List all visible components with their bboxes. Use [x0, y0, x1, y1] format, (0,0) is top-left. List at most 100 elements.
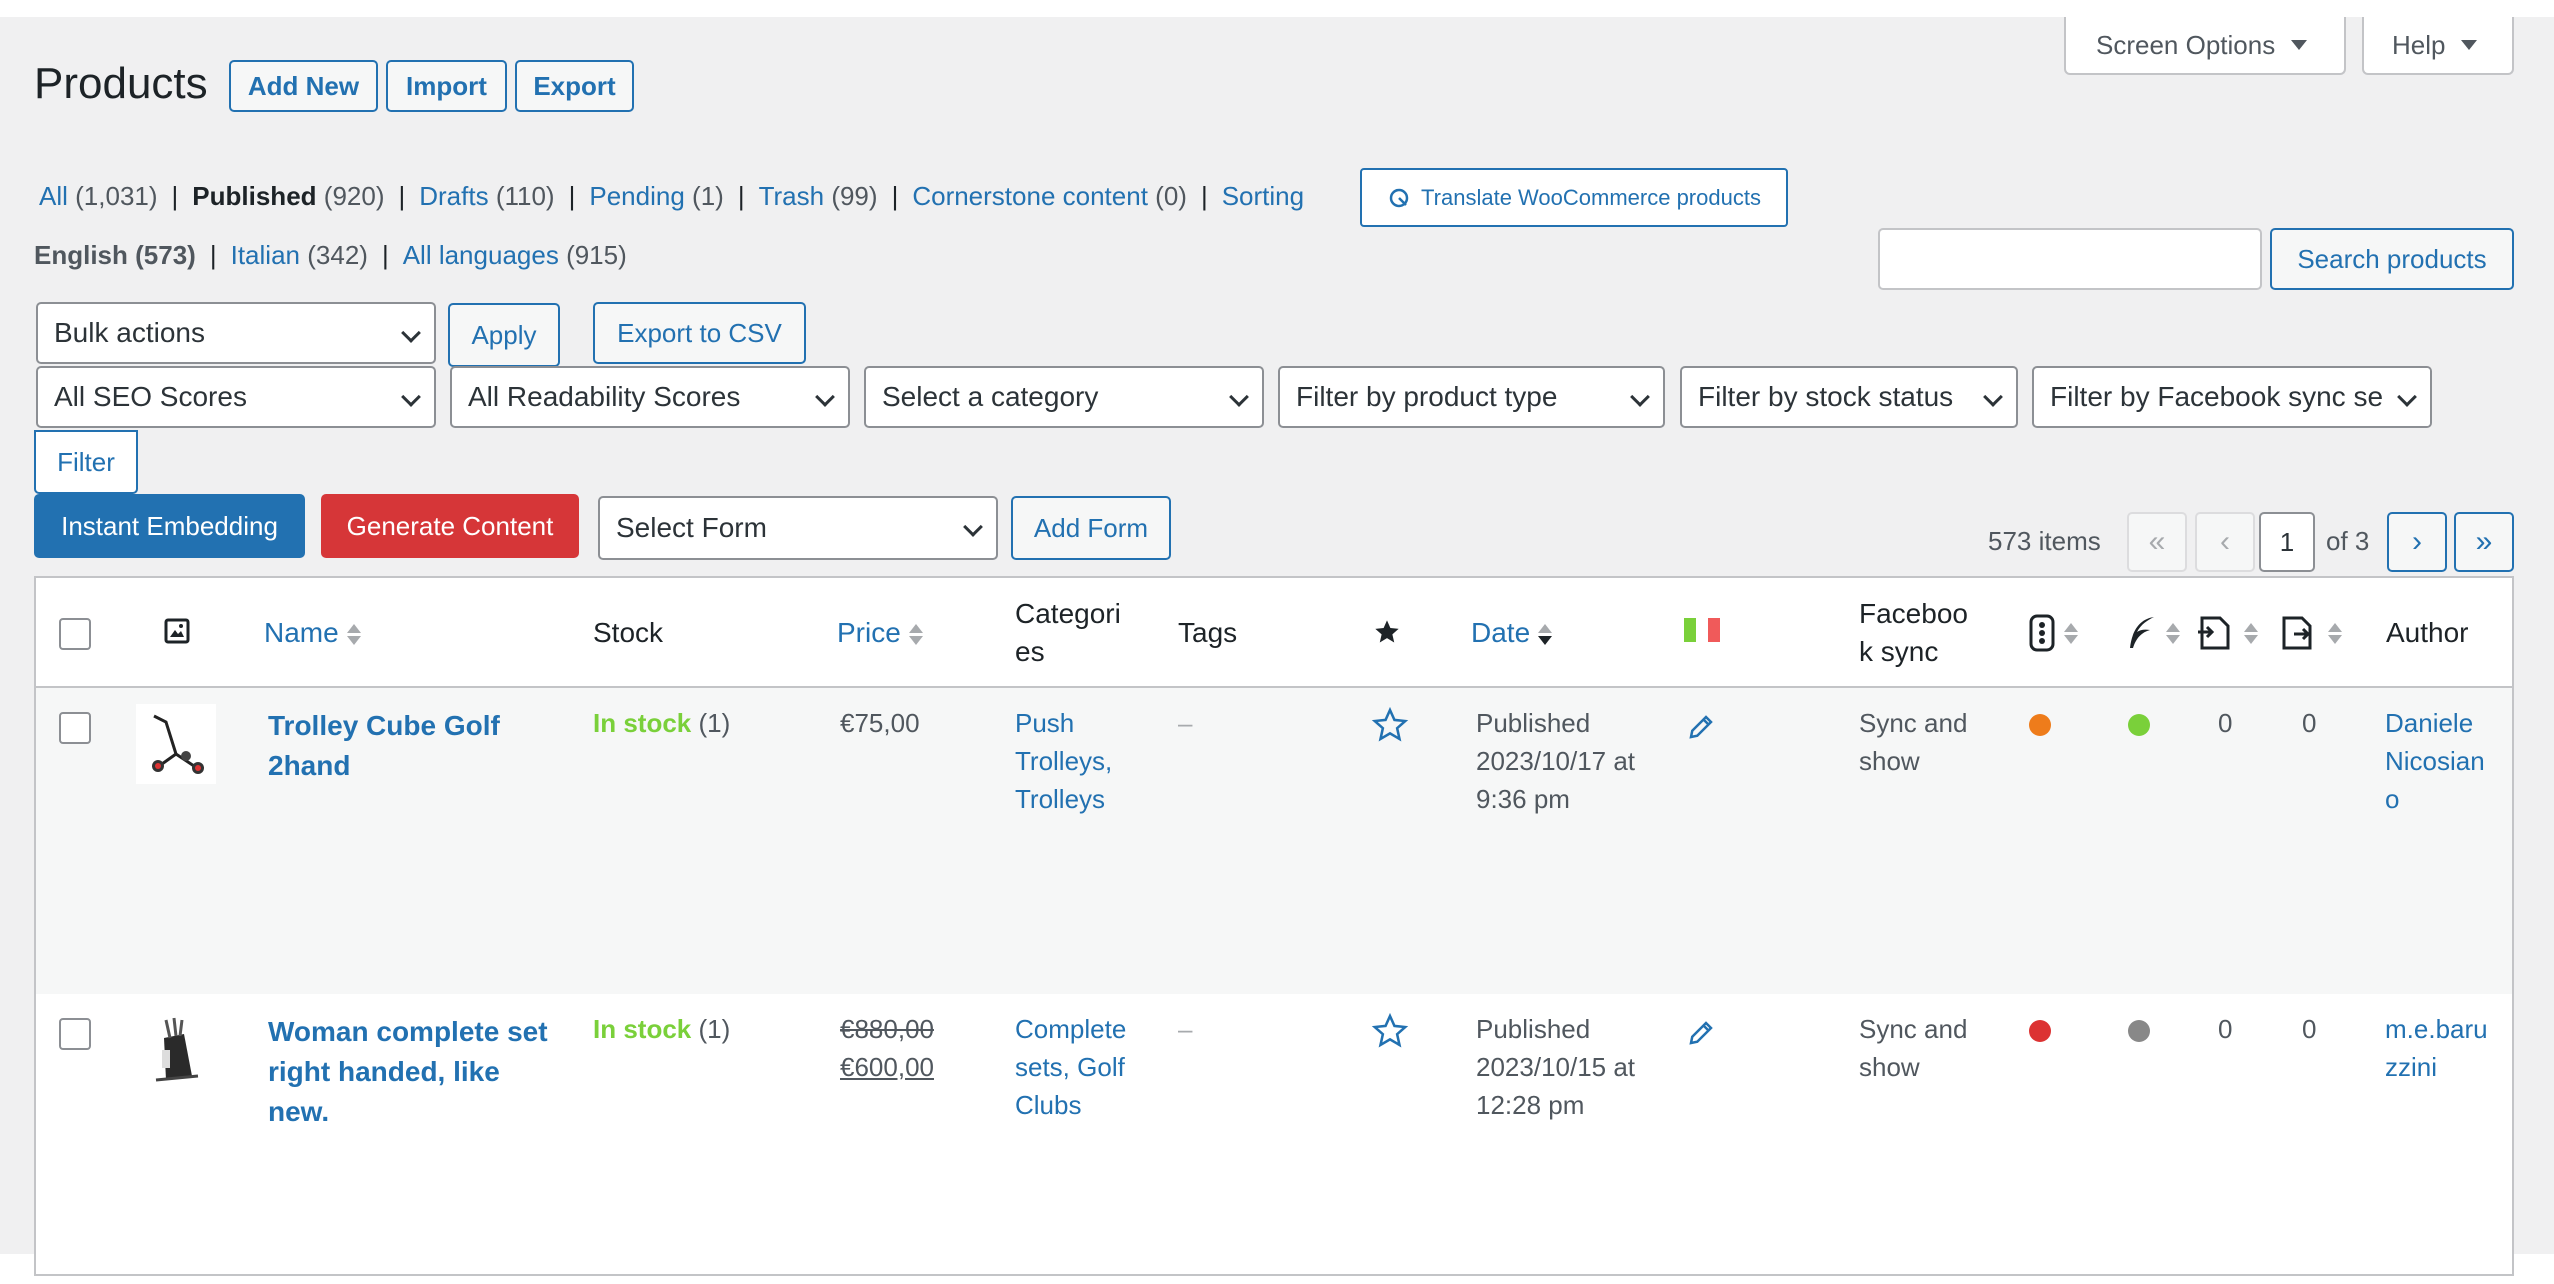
apply-button[interactable]: Apply [448, 303, 560, 367]
column-date[interactable]: Date [1471, 614, 1553, 652]
column-name[interactable]: Name [264, 614, 361, 652]
view-published[interactable]: Published (920) [192, 181, 384, 211]
row-checkbox[interactable] [59, 712, 91, 744]
products-page: Screen Options Help Products Add New Imp… [0, 17, 2554, 1276]
golf-bag-image[interactable] [136, 1010, 216, 1090]
column-facebook-sync: Faceboo k sync [1859, 598, 1968, 667]
chevron-down-icon [401, 387, 421, 407]
column-tags: Tags [1178, 617, 1238, 648]
total-pages: of 3 [2326, 526, 2370, 556]
readability-select[interactable]: All Readability Scores [450, 366, 850, 428]
column-seo-score[interactable] [2028, 614, 2078, 652]
screen-options-button[interactable]: Screen Options [2064, 17, 2346, 75]
column-outgoing-links[interactable] [2280, 614, 2342, 652]
translate-woocommerce-button[interactable]: Translate WooCommerce products [1360, 168, 1788, 227]
publish-date: Published 2023/10/15 at 12:28 pm [1476, 1014, 1636, 1120]
translate-label: Translate WooCommerce products [1421, 184, 1761, 210]
product-name-link[interactable]: Trolley Cube Golf 2hand [268, 706, 500, 786]
view-all[interactable]: All (1,031) [39, 181, 158, 211]
table-row: Woman complete set right handed, like new.… [36, 994, 2512, 1284]
last-page-button[interactable]: » [2454, 512, 2514, 572]
tags: – [1178, 1014, 1193, 1044]
screen-options-label: Screen Options [2096, 29, 2276, 60]
internal-links-count: 0 [2218, 708, 2233, 738]
sort-icon [908, 624, 923, 646]
category-link[interactable]: Clubs [1015, 1090, 1081, 1120]
incoming-link-icon [2198, 616, 2230, 650]
lang-all[interactable]: All languages (915) [403, 240, 627, 270]
stock-status: In stock (1) [593, 708, 731, 738]
chevron-down-icon [963, 517, 983, 537]
row-checkbox[interactable] [59, 1018, 91, 1050]
bulk-actions-select[interactable]: Bulk actions [36, 302, 436, 364]
categories: Push Trolleys, Trolleys [1015, 704, 1112, 818]
category-link[interactable]: Complete [1015, 1014, 1126, 1044]
outgoing-links-count: 0 [2302, 708, 2317, 738]
instant-embedding-button[interactable]: Instant Embedding [34, 494, 305, 558]
sale-price: €600,00 [840, 1052, 934, 1082]
category-select[interactable]: Select a category [864, 366, 1264, 428]
golf-trolley-image[interactable] [136, 704, 216, 784]
star-outline-icon[interactable] [1371, 1012, 1409, 1050]
chevron-down-icon [1229, 387, 1249, 407]
readability-dot [2128, 714, 2150, 736]
column-internal-links[interactable] [2196, 614, 2258, 652]
lang-italian[interactable]: Italian (342) [231, 240, 368, 270]
import-button[interactable]: Import [386, 60, 507, 112]
add-form-button[interactable]: Add Form [1011, 496, 1171, 560]
chevron-down-icon [401, 323, 421, 343]
author-link[interactable]: m.e.baru zzini [2385, 1010, 2488, 1086]
categories: Complete sets, Golf Clubs [1015, 1010, 1126, 1124]
first-page-button[interactable]: « [2127, 512, 2187, 572]
generate-content-button[interactable]: Generate Content [321, 494, 579, 558]
view-pending[interactable]: Pending (1) [589, 181, 723, 211]
wpml-icon [1389, 188, 1409, 207]
status-filter-links: All (1,031) | Published (920) | Drafts (110)… [39, 181, 1305, 211]
lang-english[interactable]: English (573) [34, 240, 196, 270]
product-type-select[interactable]: Filter by product type [1278, 366, 1665, 428]
search-products-button[interactable]: Search products [2270, 228, 2514, 290]
facebook-sync-select[interactable]: Filter by Facebook sync setting [2032, 366, 2432, 428]
internal-links-count: 0 [2218, 1014, 2233, 1044]
add-new-button[interactable]: Add New [229, 60, 378, 112]
column-readability[interactable] [2124, 614, 2180, 652]
view-trash[interactable]: Trash (99) [759, 181, 878, 211]
export-csv-button[interactable]: Export to CSV [593, 302, 806, 364]
author-link[interactable]: Daniele Nicosian o [2385, 704, 2485, 818]
view-sorting[interactable]: Sorting [1222, 181, 1304, 211]
seo-score-select[interactable]: All SEO Scores [36, 366, 436, 428]
stock-status-select[interactable]: Filter by stock status [1680, 366, 2018, 428]
view-drafts[interactable]: Drafts (110) [419, 181, 554, 211]
chevron-down-icon [815, 387, 835, 407]
items-count: 573 items [1988, 526, 2101, 556]
seo-score-dot [2029, 714, 2051, 736]
outgoing-link-icon [2282, 616, 2312, 650]
category-link[interactable]: Trolleys [1015, 784, 1105, 814]
star-outline-icon[interactable] [1371, 706, 1409, 744]
chevron-down-icon [1983, 387, 2003, 407]
sort-icon [2328, 622, 2342, 644]
export-button[interactable]: Export [515, 60, 634, 112]
category-link[interactable]: Trolleys, [1015, 746, 1112, 776]
search-input[interactable] [1878, 228, 2262, 290]
prev-page-button[interactable]: ‹ [2195, 512, 2255, 572]
sort-icon [346, 624, 361, 646]
page-title: Products [34, 59, 208, 108]
view-cornerstone[interactable]: Cornerstone content (0) [912, 181, 1187, 211]
edit-pencil-icon[interactable] [1686, 1018, 1716, 1048]
next-page-button[interactable]: › [2387, 512, 2447, 572]
category-link[interactable]: sets, Golf [1015, 1052, 1125, 1082]
edit-pencil-icon[interactable] [1686, 712, 1716, 742]
column-price[interactable]: Price [837, 614, 923, 652]
featured-star-icon[interactable] [1373, 618, 1401, 646]
select-form-select[interactable]: Select Form [598, 496, 998, 560]
filter-button[interactable]: Filter [34, 430, 138, 494]
regular-price: €880,00 [840, 1014, 934, 1044]
current-page-input[interactable]: 1 [2259, 512, 2315, 572]
help-button[interactable]: Help [2362, 17, 2514, 75]
product-name-link[interactable]: Woman complete set right handed, like new. [268, 1012, 548, 1132]
select-all-checkbox[interactable] [59, 618, 91, 650]
category-link[interactable]: Push [1015, 708, 1074, 738]
publish-date: Published 2023/10/17 at 9:36 pm [1476, 708, 1636, 814]
image-column-icon [164, 618, 190, 644]
